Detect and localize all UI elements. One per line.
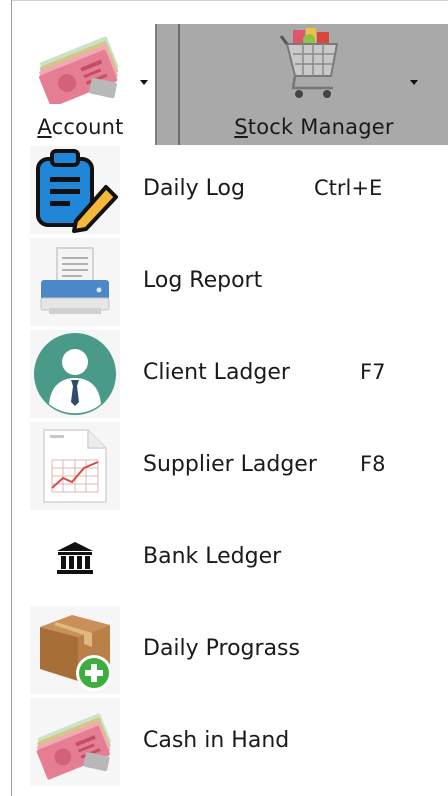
menu-item-label: Supplier Ladger <box>143 452 317 477</box>
menu-item-daily-log[interactable]: Daily Log Ctrl+E <box>12 146 448 238</box>
menu-item-log-report[interactable]: Log Report <box>12 238 448 330</box>
menu-item-cash-in-hand[interactable]: Cash in Hand <box>12 698 448 790</box>
menu-icon-tile <box>30 698 120 786</box>
menu-item-shortcut: F8 <box>360 452 386 476</box>
shopping-cart-icon <box>279 28 339 98</box>
stock-manager-button-label: Stock Manager <box>234 115 394 139</box>
menu-item-bank-ledger[interactable]: Bank Ledger <box>12 514 448 606</box>
menu-icon-tile <box>30 606 120 694</box>
menu-item-label: Daily Prograss <box>143 636 300 661</box>
menu-item-shortcut: F7 <box>360 360 386 384</box>
account-button-label: Account <box>37 115 124 139</box>
ribbon-gap <box>157 24 178 145</box>
menu-item-label: Bank Ledger <box>143 544 282 569</box>
client-user-icon <box>34 333 116 415</box>
menu-icon-tile <box>30 146 120 234</box>
menu-icon-tile <box>30 514 120 602</box>
menu-icon-tile <box>30 330 120 418</box>
account-button[interactable]: Account <box>12 24 149 145</box>
account-dropdown-menu: Daily Log Ctrl+E Log Report Client Ladge… <box>12 146 448 790</box>
menu-item-shortcut: Ctrl+E <box>314 176 383 200</box>
box-add-icon <box>40 615 112 691</box>
ribbon-toolbar: Account Stock Manager <box>12 24 448 145</box>
money-icon <box>39 36 119 104</box>
money-icon <box>36 713 111 780</box>
menu-item-daily-prograss[interactable]: Daily Prograss <box>12 606 448 698</box>
menu-icon-tile <box>30 422 120 510</box>
window-top-border <box>11 0 448 1</box>
chart-sheet-icon <box>43 429 107 503</box>
stock-manager-button[interactable]: Stock Manager <box>180 24 448 145</box>
clipboard-edit-icon <box>36 149 118 233</box>
dropdown-arrow-icon[interactable] <box>410 80 418 85</box>
menu-item-supplier-ladger[interactable]: Supplier Ladger F8 <box>12 422 448 514</box>
bank-icon <box>57 542 93 574</box>
menu-item-label: Client Ladger <box>143 360 290 385</box>
menu-item-label: Cash in Hand <box>143 728 290 753</box>
menu-item-client-ladger[interactable]: Client Ladger F7 <box>12 330 448 422</box>
menu-item-label: Log Report <box>143 268 263 293</box>
printer-icon <box>40 247 110 314</box>
dropdown-arrow-icon[interactable] <box>140 80 148 85</box>
menu-item-label: Daily Log <box>143 176 245 201</box>
menu-icon-tile <box>30 238 120 326</box>
